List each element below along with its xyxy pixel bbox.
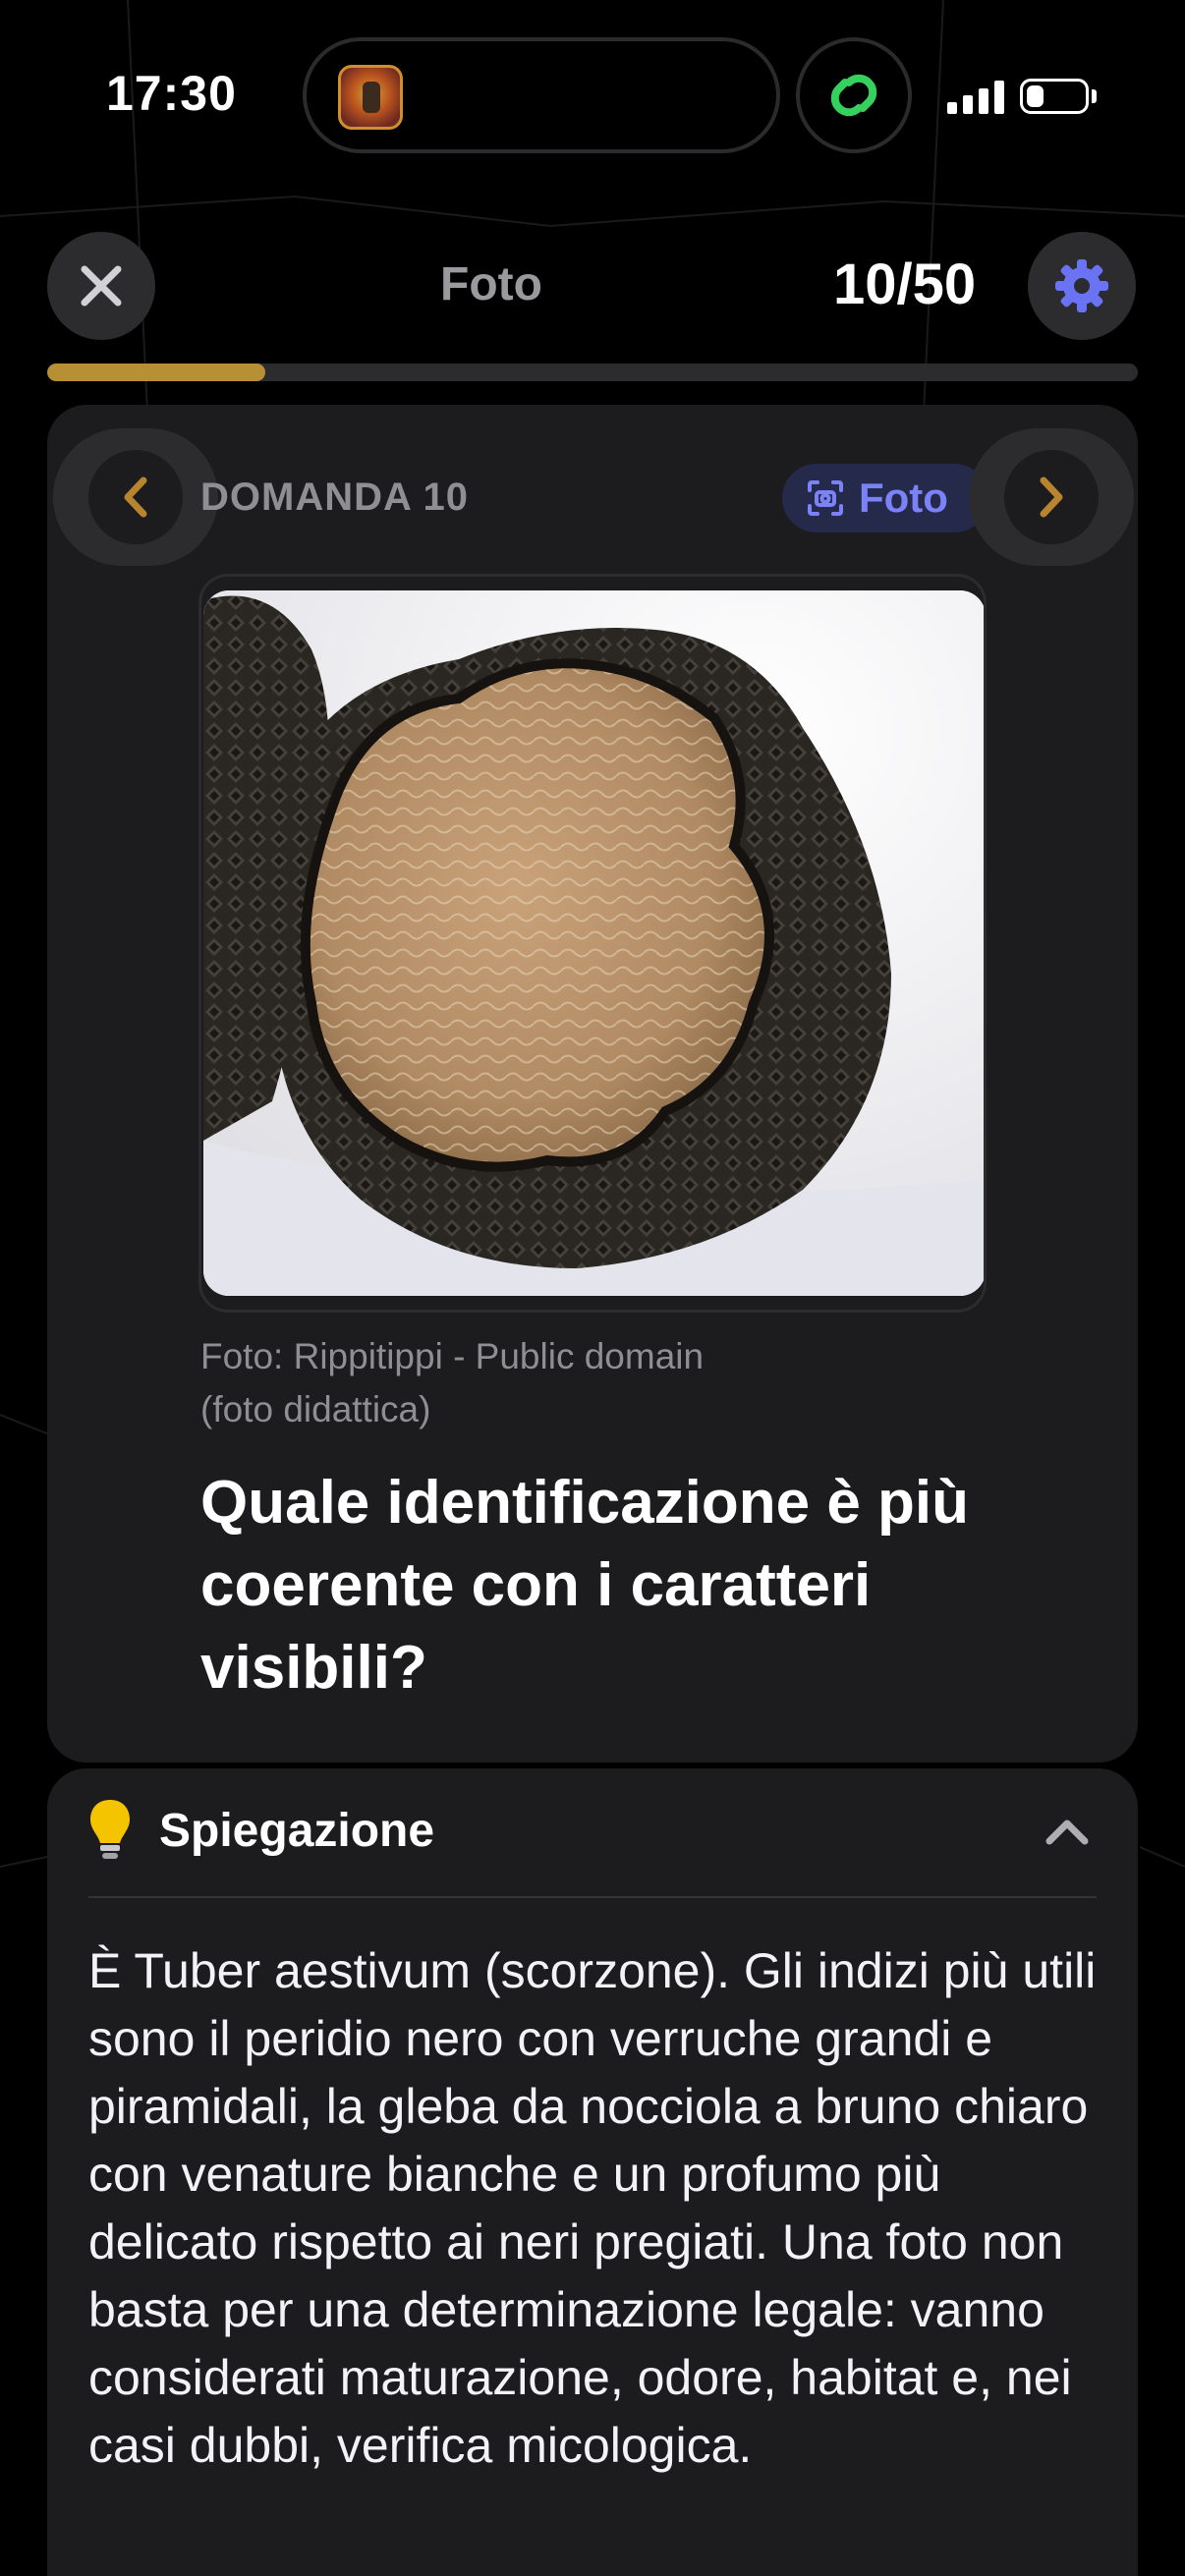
question-photo-frame[interactable] xyxy=(198,574,987,1313)
explanation-body: È Tuber aestivum (scorzone). Gli indizi … xyxy=(88,1943,1097,2473)
question-label: DOMANDA 10 xyxy=(200,476,469,519)
chevron-right-icon xyxy=(1040,476,1063,518)
previous-question-button[interactable] xyxy=(53,428,218,566)
battery-icon xyxy=(1020,79,1089,114)
question-text: Quale identificazione è più coerente con… xyxy=(200,1469,970,1702)
truffle-photo-image xyxy=(203,590,984,1296)
next-button-inner xyxy=(1004,450,1099,544)
chevron-left-icon xyxy=(124,476,147,518)
photo-credit: Foto: Rippitippi - Public domain (foto d… xyxy=(200,1330,704,1436)
link-icon xyxy=(830,74,877,117)
quiz-progress-fill xyxy=(47,364,265,381)
link-activity-indicator xyxy=(796,37,912,153)
battery-tip xyxy=(1092,89,1097,103)
settings-button[interactable] xyxy=(1028,232,1136,340)
question-type-label: Foto xyxy=(859,475,948,521)
previous-button-inner xyxy=(88,450,183,544)
explanation-divider xyxy=(88,1896,1097,1898)
gear-icon xyxy=(1055,259,1108,312)
photo-credit-line-2: (foto didattica) xyxy=(200,1389,431,1429)
explanation-title: Spiegazione xyxy=(159,1805,435,1857)
chevron-up-icon[interactable] xyxy=(1042,1810,1093,1853)
question-photo xyxy=(203,590,984,1296)
status-time: 17:30 xyxy=(106,66,237,121)
camera-scan-icon xyxy=(808,480,843,516)
app-activity-icon xyxy=(338,65,403,130)
next-question-button[interactable] xyxy=(969,428,1134,566)
question-counter: 10/50 xyxy=(833,252,977,316)
dynamic-island xyxy=(303,37,780,153)
lightbulb-icon xyxy=(90,1800,130,1859)
question-type-badge: Foto xyxy=(782,464,988,532)
photo-credit-line-1: Foto: Rippitippi - Public domain xyxy=(200,1336,705,1376)
quiz-progress-bar xyxy=(47,364,1138,381)
signal-icon xyxy=(947,81,1004,114)
battery-level xyxy=(1027,85,1044,107)
